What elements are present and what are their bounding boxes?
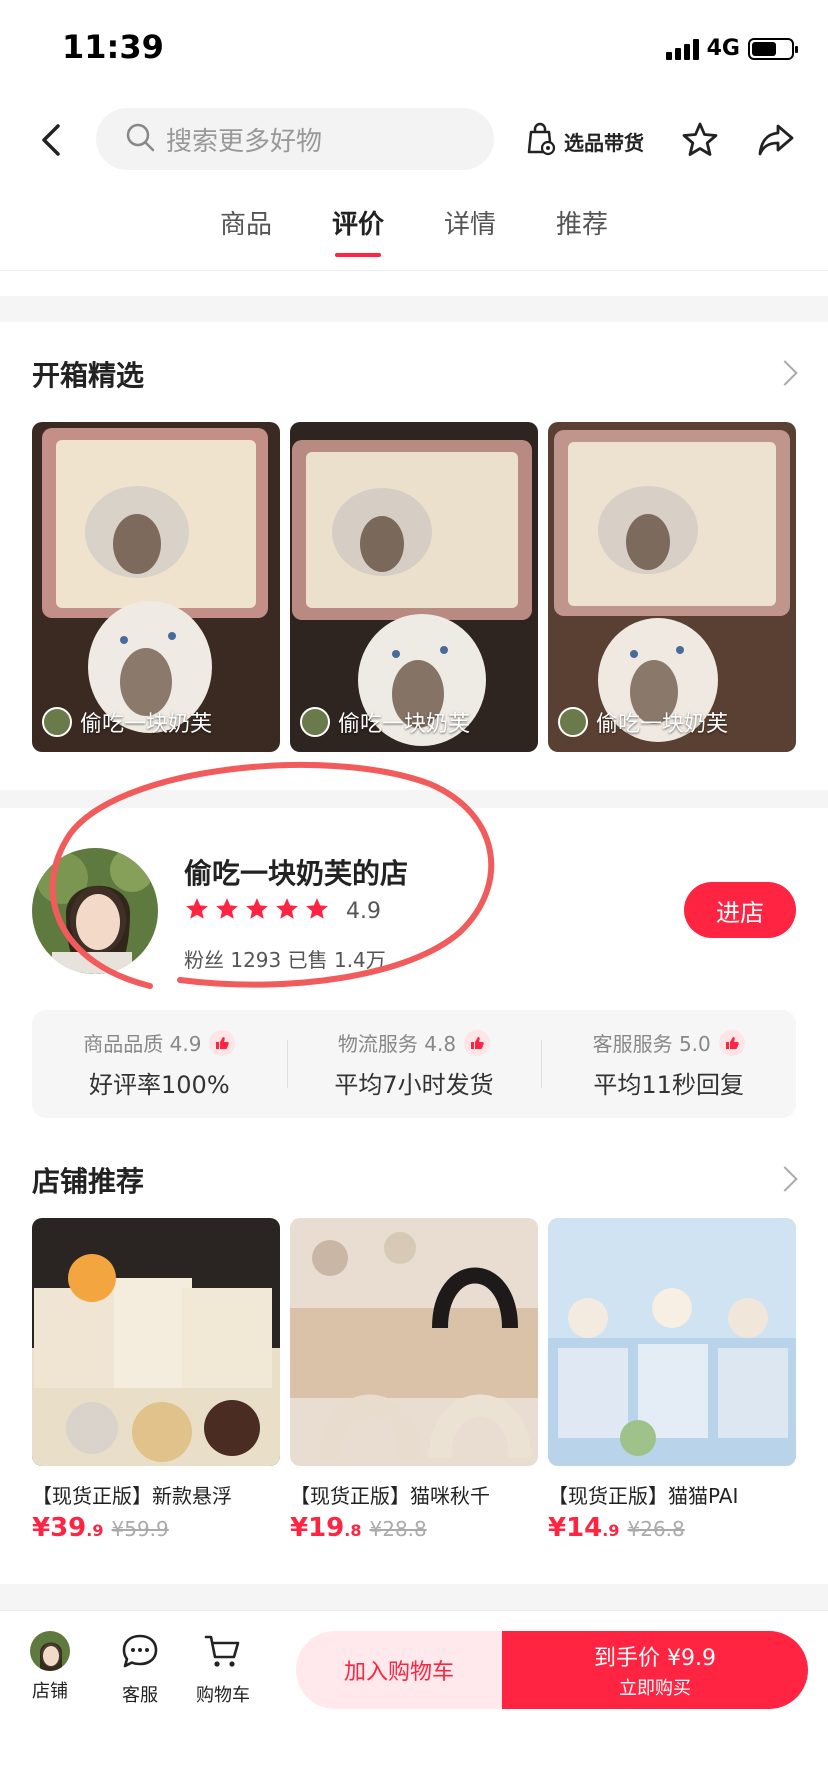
product-title: 【现货正版】新款悬浮 <box>32 1484 232 1508</box>
shop-avatar[interactable] <box>32 848 158 974</box>
user-avatar <box>300 707 330 737</box>
service-score-detail: 好评率100% <box>89 1071 230 1099</box>
cart-icon <box>203 1631 243 1675</box>
unboxing-photo <box>32 422 280 752</box>
service-logistics: 物流服务 4.8 平均7小时发货 <box>286 1010 542 1118</box>
service-score-label: 物流服务 4.8 <box>337 1032 457 1056</box>
chat-icon <box>120 1631 160 1675</box>
unboxing-user: 偷吃一块奶芙 <box>558 706 728 738</box>
cart-tab-label: 购物车 <box>196 1685 250 1706</box>
recommend-more-icon[interactable] <box>772 1166 798 1192</box>
search-icon <box>124 121 156 157</box>
nav-divider <box>0 270 828 271</box>
thumbs-up-icon <box>464 1029 491 1056</box>
product-title: 【现货正版】猫咪秋千 <box>290 1484 490 1508</box>
customer-service-label: 客服 <box>122 1685 158 1706</box>
product-card-2[interactable]: 【现货正版】猫咪秋千 ¥19.8 ¥28.8 <box>290 1218 538 1543</box>
product-prices: ¥19.8 ¥28.8 <box>290 1513 538 1543</box>
share-icon[interactable] <box>756 120 796 164</box>
product-prices: ¥39.9 ¥59.9 <box>32 1513 280 1543</box>
final-price-label: 到手价 ¥9.9 <box>594 1646 716 1671</box>
star-icon <box>184 896 210 926</box>
product-price: ¥14.9 <box>548 1513 620 1543</box>
status-time: 11:39 <box>62 28 164 66</box>
thumbs-up-icon <box>209 1029 236 1056</box>
rating-value: 4.9 <box>346 898 381 924</box>
unboxing-username: 偷吃一块奶芙 <box>80 712 213 737</box>
add-to-cart-button[interactable]: 加入购物车 <box>296 1631 502 1709</box>
unboxing-card-1[interactable]: 偷吃一块奶芙 <box>32 422 280 752</box>
tab-product[interactable]: 商品 <box>220 204 272 257</box>
customer-service-tab[interactable]: 客服 <box>120 1631 160 1707</box>
product-image <box>32 1218 280 1466</box>
product-price: ¥39.9 <box>32 1513 104 1543</box>
tab-details[interactable]: 详情 <box>444 204 496 257</box>
bag-icon <box>526 122 556 160</box>
shop-tab[interactable]: 店铺 <box>30 1631 70 1703</box>
shop-name: 偷吃一块奶芙的店 <box>184 857 409 890</box>
status-indicators: 4G <box>665 36 798 61</box>
service-scores: 商品品质 4.9 好评率100% 物流服务 4.8 平均7小时发货 客服服务 5… <box>32 1010 796 1118</box>
unboxing-username: 偷吃一块奶芙 <box>338 712 471 737</box>
product-title: 【现货正版】猫猫PAI <box>548 1484 739 1508</box>
service-score-detail: 平均11秒回复 <box>593 1071 744 1099</box>
star-icon <box>304 896 330 926</box>
shop-avatar-small <box>30 1631 70 1671</box>
unboxing-user: 偷吃一块奶芙 <box>42 706 212 738</box>
product-image <box>290 1218 538 1466</box>
select-goods-button[interactable]: 选品带货 <box>526 122 644 160</box>
service-score-detail: 平均7小时发货 <box>334 1071 494 1099</box>
unboxing-username: 偷吃一块奶芙 <box>596 712 729 737</box>
unboxing-title: 开箱精选 <box>32 359 145 392</box>
section-gap <box>0 790 828 808</box>
star-icon <box>214 896 240 926</box>
shop-stats: 粉丝 1293 已售 1.4万 <box>184 948 386 972</box>
product-image <box>548 1218 796 1466</box>
product-card-1[interactable]: 【现货正版】新款悬浮 ¥39.9 ¥59.9 <box>32 1218 280 1543</box>
service-quality: 商品品质 4.9 好评率100% <box>32 1010 287 1118</box>
bottom-action-bar: 店铺 客服 购物车 加入购物车 到手价 ¥9.9 立即购买 <box>0 1610 828 1792</box>
star-icon[interactable] <box>680 120 720 164</box>
select-goods-label: 选品带货 <box>564 130 644 155</box>
section-gap <box>0 296 828 322</box>
unboxing-card-2[interactable]: 偷吃一块奶芙 <box>290 422 538 752</box>
unboxing-photo <box>290 422 538 752</box>
tab-bar: 商品 评价 详情 推荐 <box>0 204 828 257</box>
product-original-price: ¥28.8 <box>369 1517 427 1541</box>
unboxing-photo <box>548 422 796 752</box>
battery-icon <box>748 37 798 60</box>
buy-now-button[interactable]: 到手价 ¥9.9 立即购买 <box>502 1631 808 1709</box>
service-score-label: 商品品质 4.9 <box>83 1032 202 1056</box>
enter-shop-button[interactable]: 进店 <box>684 882 796 938</box>
star-icon <box>244 896 270 926</box>
unboxing-card-3[interactable]: 偷吃一块奶芙 <box>548 422 796 752</box>
shop-rating: 4.9 <box>184 896 381 926</box>
user-avatar <box>558 707 588 737</box>
cart-tab[interactable]: 购物车 <box>196 1631 250 1707</box>
network-label: 4G <box>706 36 740 61</box>
user-avatar <box>42 707 72 737</box>
product-price: ¥19.8 <box>290 1513 362 1543</box>
shop-tab-label: 店铺 <box>32 1681 68 1702</box>
tab-recommend[interactable]: 推荐 <box>556 204 608 257</box>
service-score-label: 客服服务 5.0 <box>592 1032 711 1056</box>
back-icon[interactable] <box>30 118 74 162</box>
unboxing-more-icon[interactable] <box>772 360 798 386</box>
star-icon <box>274 896 300 926</box>
signal-icon <box>665 38 699 60</box>
tab-reviews[interactable]: 评价 <box>332 204 384 257</box>
recommend-title: 店铺推荐 <box>32 1165 145 1198</box>
product-card-3[interactable]: 【现货正版】猫猫PAI ¥14.9 ¥26.8 <box>548 1218 796 1543</box>
buy-now-label: 立即购买 <box>619 1678 691 1699</box>
service-support: 客服服务 5.0 平均11秒回复 <box>541 1010 796 1118</box>
search-placeholder: 搜索更多好物 <box>166 126 323 157</box>
product-prices: ¥14.9 ¥26.8 <box>548 1513 796 1543</box>
product-original-price: ¥59.9 <box>111 1517 169 1541</box>
product-original-price: ¥26.8 <box>627 1517 685 1541</box>
search-bar[interactable]: 搜索更多好物 <box>96 108 494 170</box>
section-gap <box>0 1584 828 1610</box>
thumbs-up-icon <box>718 1029 745 1056</box>
unboxing-user: 偷吃一块奶芙 <box>300 706 470 738</box>
